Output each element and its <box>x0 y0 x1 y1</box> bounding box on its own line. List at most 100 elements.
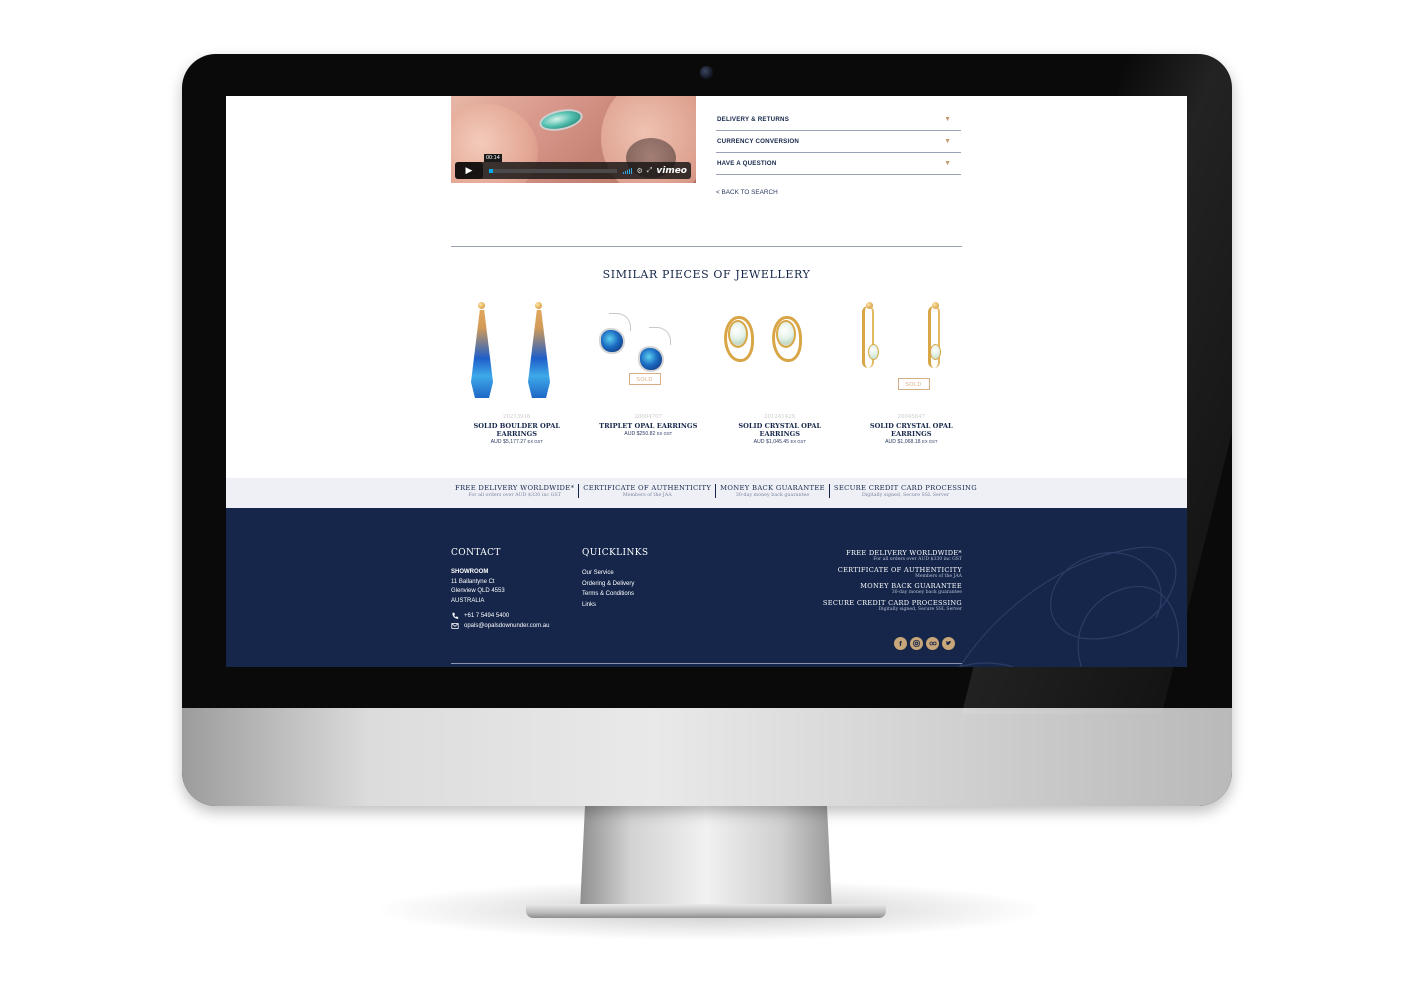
crystal-opal-stone <box>728 320 748 348</box>
footer-phone[interactable]: +61 7 5494 5400 <box>451 612 509 620</box>
footer-quicklinks: Our Service Ordering & Delivery Terms & … <box>582 568 634 610</box>
earring-hook <box>648 327 671 345</box>
footer-email[interactable]: opals@opalsdownunder.com.au <box>451 622 549 630</box>
product-image[interactable]: SOLD <box>846 294 978 408</box>
product-price: AUD $250.82 EX GST <box>624 431 673 437</box>
quicklink-links[interactable]: Links <box>582 600 634 611</box>
video-progress-bar[interactable] <box>489 168 618 173</box>
volume-icon[interactable] <box>623 167 633 174</box>
benefit-subtitle: For all orders over AUD $330 inc GST <box>468 493 561 498</box>
site-footer: CONTACT SHOWROOM 11 Ballantyne Ct Glenvi… <box>226 508 1187 667</box>
benefit-title: CERTIFICATE OF AUTHENTICITY <box>583 484 712 492</box>
product-image[interactable] <box>451 294 583 408</box>
product-name[interactable]: SOLID CRYSTAL OPAL EARRINGS <box>846 422 978 438</box>
quicklink-terms-conditions[interactable]: Terms & Conditions <box>582 589 634 600</box>
benefit-subtitle: Digitally signed, Secure SSL Server <box>861 493 950 498</box>
product-name[interactable]: TRIPLET OPAL EARRINGS <box>583 422 715 430</box>
benefit-certificate: CERTIFICATE OF AUTHENTICITY Members of t… <box>578 484 715 498</box>
triplet-opal-stone <box>637 346 664 372</box>
footer-address: SHOWROOM 11 Ballantyne Ct Glenview QLD 4… <box>451 568 505 606</box>
play-icon: ▶ <box>465 165 473 175</box>
crystal-opal-stone <box>776 320 796 348</box>
product-card[interactable]: SOLD 20004707 TRIPLET OPAL EARRINGS AUD … <box>583 294 715 445</box>
accordion-currency-conversion[interactable]: CURRENCY CONVERSION ▼ <box>716 131 961 153</box>
footer-benefit-title: MONEY BACK GUARANTEE <box>860 582 962 590</box>
footer-divider <box>451 663 962 664</box>
benefit-subtitle: Members of the JAA <box>622 493 672 498</box>
sold-badge: SOLD <box>897 378 930 390</box>
vimeo-logo[interactable]: vimeo <box>656 166 687 176</box>
instagram-icon[interactable] <box>910 637 923 650</box>
monitor-chin <box>182 708 1232 806</box>
quicklink-ordering-delivery[interactable]: Ordering & Delivery <box>582 579 634 590</box>
product-card[interactable]: 20124142X SOLID CRYSTAL OPAL EARRINGS AU… <box>714 294 846 445</box>
accordion-label: HAVE A QUESTION <box>717 160 777 167</box>
product-image[interactable] <box>714 294 846 408</box>
similar-pieces-title: SIMILAR PIECES OF JEWELLERY <box>602 268 811 281</box>
accordion-have-a-question[interactable]: HAVE A QUESTION ▼ <box>716 153 961 175</box>
showroom-label: SHOWROOM <box>451 569 489 575</box>
footer-benefit-subtitle: 30-day money back guarantee <box>891 590 962 595</box>
product-price: AUD $1,068.18 EX GST <box>885 439 938 445</box>
product-card[interactable]: 20213916 SOLID BOULDER OPAL EARRINGS AUD… <box>451 294 583 445</box>
tripadvisor-icon[interactable] <box>926 637 939 650</box>
boulder-opal-drop <box>471 310 493 398</box>
fullscreen-icon[interactable]: ⤢ <box>647 167 653 175</box>
footer-benefit-title: CERTIFICATE OF AUTHENTICITY <box>837 565 962 574</box>
product-name[interactable]: SOLID BOULDER OPAL EARRINGS <box>451 422 583 438</box>
webcam <box>700 66 713 79</box>
benefit-subtitle: 30-day money back guarantee <box>735 493 810 498</box>
mail-icon <box>451 623 459 629</box>
accordion-label: DELIVERY & RETURNS <box>717 116 790 123</box>
crystal-opal-stone <box>867 344 879 360</box>
video-frame-opal <box>537 105 585 135</box>
product-price: AUD $5,177.27 EX GST <box>490 439 543 445</box>
crystal-opal-stone <box>929 344 941 360</box>
social-links: f <box>894 637 955 650</box>
similar-products-grid: 20213916 SOLID BOULDER OPAL EARRINGS AUD… <box>451 294 977 445</box>
footer-benefit: SECURE CREDIT CARD PROCESSING Digitally … <box>746 599 962 612</box>
monitor-stand-neck <box>580 805 832 909</box>
footer-benefits: FREE DELIVERY WORLDWIDE* For all orders … <box>746 549 962 615</box>
back-to-search-link[interactable]: < BACK TO SEARCH <box>716 189 778 196</box>
quicklink-our-service[interactable]: Our Service <box>582 568 634 579</box>
play-button[interactable]: ▶ <box>455 162 483 179</box>
settings-icon[interactable]: ⚙ <box>636 167 642 175</box>
address-line: Glenview QLD 4553 <box>451 588 505 594</box>
accordion-delivery-returns[interactable]: DELIVERY & RETURNS ▼ <box>716 109 961 131</box>
benefit-money-back: MONEY BACK GUARANTEE 30-day money back g… <box>715 484 829 498</box>
phone-number[interactable]: +61 7 5494 5400 <box>464 613 509 619</box>
sold-badge: SOLD <box>628 373 661 385</box>
facebook-icon[interactable]: f <box>894 637 907 650</box>
earring-stud <box>478 302 485 309</box>
product-image[interactable]: SOLD <box>583 294 715 408</box>
twitter-icon[interactable] <box>942 637 955 650</box>
benefit-title: FREE DELIVERY WORLDWIDE* <box>455 484 575 492</box>
footer-benefit: CERTIFICATE OF AUTHENTICITY Members of t… <box>746 566 962 579</box>
browser-screen: 00:14 ▶ ⚙ ⤢ vimeo DELIVERY & RETURNS ▼ C… <box>226 96 1187 667</box>
product-sku: 20124142X <box>764 414 796 420</box>
monitor-stand-base <box>526 904 886 918</box>
benefit-title: MONEY BACK GUARANTEE <box>720 484 825 492</box>
footer-benefit-title: SECURE CREDIT CARD PROCESSING <box>822 598 962 607</box>
earring-stud <box>535 302 542 309</box>
video-controls: ▶ ⚙ ⤢ vimeo <box>455 162 691 179</box>
chevron-down-icon: ▼ <box>944 116 951 123</box>
footer-benefit-subtitle: For all orders over AUD $330 inc GST <box>873 557 962 562</box>
address-line: 11 Ballantyne Ct <box>451 578 495 585</box>
chevron-down-icon: ▼ <box>944 160 951 167</box>
section-divider <box>451 246 962 247</box>
boulder-opal-drop <box>528 310 550 398</box>
product-sku: 20004707 <box>634 414 662 420</box>
email-address[interactable]: opals@opalsdownunder.com.au <box>464 623 549 629</box>
phone-icon <box>452 612 459 619</box>
footer-contact-title: CONTACT <box>451 548 501 558</box>
footer-quicklinks-title: QUICKLINKS <box>582 548 649 558</box>
video-progress-fill <box>489 168 493 173</box>
product-card[interactable]: SOLD 20045647 SOLID CRYSTAL OPAL EARRING… <box>846 294 978 445</box>
product-info-accordion: DELIVERY & RETURNS ▼ CURRENCY CONVERSION… <box>716 109 961 175</box>
video-timestamp: 00:14 <box>484 154 502 162</box>
product-name[interactable]: SOLID CRYSTAL OPAL EARRINGS <box>714 422 846 438</box>
product-video[interactable]: 00:14 ▶ ⚙ ⤢ vimeo <box>451 96 696 183</box>
footer-benefit: FREE DELIVERY WORLDWIDE* For all orders … <box>746 549 962 562</box>
